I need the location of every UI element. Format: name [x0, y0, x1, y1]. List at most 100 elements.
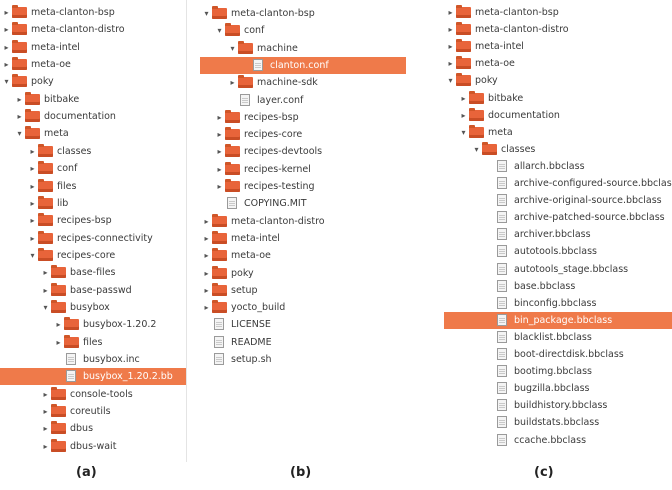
tree-row-dbus-wait[interactable]: ▸ dbus-wait	[0, 438, 186, 455]
tree-row-machine[interactable]: ▾ machine	[200, 40, 406, 57]
tree-row-readme[interactable]: README	[200, 334, 406, 351]
expand-arrow-icon[interactable]: ▾	[459, 124, 468, 141]
collapse-arrow-icon[interactable]: ▸	[2, 39, 11, 56]
tree-row-meta-clanton-distro[interactable]: ▸ meta-clanton-distro	[444, 21, 672, 38]
tree-row-archive-original-source-bbclass[interactable]: archive-original-source.bbclass	[444, 192, 672, 209]
expand-arrow-icon[interactable]: ▾	[2, 73, 11, 90]
tree-row-buildstats-bbclass[interactable]: buildstats.bbclass	[444, 414, 672, 431]
tree-row-bugzilla-bbclass[interactable]: bugzilla.bbclass	[444, 380, 672, 397]
tree-row-meta-oe[interactable]: ▸ meta-oe	[444, 55, 672, 72]
tree-row-coreutils[interactable]: ▸ coreutils	[0, 403, 186, 420]
tree-row-recipes-bsp[interactable]: ▸ recipes-bsp	[0, 212, 186, 229]
tree-row-busybox-1-20-2-bb[interactable]: busybox_1.20.2.bb	[0, 368, 186, 386]
tree-row-recipes-core[interactable]: ▾ recipes-core	[0, 247, 186, 264]
tree-row-binconfig-bbclass[interactable]: binconfig.bbclass	[444, 295, 672, 312]
tree-row-dbus[interactable]: ▸ dbus	[0, 420, 186, 437]
tree-row-files[interactable]: ▸ files	[0, 334, 186, 351]
collapse-arrow-icon[interactable]: ▸	[446, 21, 455, 38]
tree-row-poky[interactable]: ▾ poky	[444, 72, 672, 89]
collapse-arrow-icon[interactable]: ▸	[2, 4, 11, 21]
tree-row-archive-configured-source-bbclass[interactable]: archive-configured-source.bbclass	[444, 175, 672, 192]
collapse-arrow-icon[interactable]: ▸	[28, 212, 37, 229]
expand-arrow-icon[interactable]: ▾	[202, 5, 211, 22]
collapse-arrow-icon[interactable]: ▸	[15, 91, 24, 108]
tree-row-meta-intel[interactable]: ▸ meta-intel	[200, 230, 406, 247]
expand-arrow-icon[interactable]: ▾	[228, 40, 237, 57]
tree-row-copying-mit[interactable]: COPYING.MIT	[200, 195, 406, 212]
collapse-arrow-icon[interactable]: ▸	[202, 282, 211, 299]
tree-row-meta-oe[interactable]: ▸ meta-oe	[200, 247, 406, 264]
tree-row-recipes-devtools[interactable]: ▸ recipes-devtools	[200, 143, 406, 160]
expand-arrow-icon[interactable]: ▾	[28, 247, 37, 264]
tree-row-machine-sdk[interactable]: ▸ machine-sdk	[200, 74, 406, 91]
tree-row-meta-clanton-distro[interactable]: ▸ meta-clanton-distro	[0, 21, 186, 38]
tree-row-busybox[interactable]: ▾ busybox	[0, 299, 186, 316]
tree-row-poky[interactable]: ▸ poky	[200, 265, 406, 282]
expand-arrow-icon[interactable]: ▾	[472, 141, 481, 158]
collapse-arrow-icon[interactable]: ▸	[28, 230, 37, 247]
tree-row-autotools-bbclass[interactable]: autotools.bbclass	[444, 243, 672, 260]
tree-row-console-tools[interactable]: ▸ console-tools	[0, 386, 186, 403]
collapse-arrow-icon[interactable]: ▸	[459, 107, 468, 124]
collapse-arrow-icon[interactable]: ▸	[28, 178, 37, 195]
tree-row-boot-directdisk-bbclass[interactable]: boot-directdisk.bbclass	[444, 346, 672, 363]
collapse-arrow-icon[interactable]: ▸	[202, 299, 211, 316]
tree-row-setup[interactable]: ▸ setup	[200, 282, 406, 299]
tree-row-recipes-connectivity[interactable]: ▸ recipes-connectivity	[0, 230, 186, 247]
collapse-arrow-icon[interactable]: ▸	[54, 334, 63, 351]
tree-row-recipes-testing[interactable]: ▸ recipes-testing	[200, 178, 406, 195]
expand-arrow-icon[interactable]: ▾	[446, 72, 455, 89]
tree-row-documentation[interactable]: ▸ documentation	[0, 108, 186, 125]
tree-row-setup-sh[interactable]: setup.sh	[200, 351, 406, 368]
collapse-arrow-icon[interactable]: ▸	[446, 38, 455, 55]
tree-row-base-files[interactable]: ▸ base-files	[0, 264, 186, 281]
collapse-arrow-icon[interactable]: ▸	[215, 178, 224, 195]
tree-row-conf[interactable]: ▸ conf	[0, 160, 186, 177]
tree-row-clanton-conf[interactable]: clanton.conf	[200, 56, 406, 74]
tree-row-meta-clanton-distro[interactable]: ▸ meta-clanton-distro	[200, 213, 406, 230]
tree-row-classes[interactable]: ▸ classes	[0, 143, 186, 160]
tree-row-archive-patched-source-bbclass[interactable]: archive-patched-source.bbclass	[444, 209, 672, 226]
collapse-arrow-icon[interactable]: ▸	[41, 420, 50, 437]
tree-row-files[interactable]: ▸ files	[0, 178, 186, 195]
collapse-arrow-icon[interactable]: ▸	[446, 55, 455, 72]
tree-row-lib[interactable]: ▸ lib	[0, 195, 186, 212]
tree-row-ccache-bbclass[interactable]: ccache.bbclass	[444, 432, 672, 449]
tree-row-buildhistory-bbclass[interactable]: buildhistory.bbclass	[444, 397, 672, 414]
tree-row-base-passwd[interactable]: ▸ base-passwd	[0, 282, 186, 299]
expand-arrow-icon[interactable]: ▾	[15, 125, 24, 142]
expand-arrow-icon[interactable]: ▾	[41, 299, 50, 316]
collapse-arrow-icon[interactable]: ▸	[41, 282, 50, 299]
collapse-arrow-icon[interactable]: ▸	[28, 143, 37, 160]
collapse-arrow-icon[interactable]: ▸	[28, 195, 37, 212]
tree-row-meta-intel[interactable]: ▸ meta-intel	[0, 39, 186, 56]
tree-row-classes[interactable]: ▾ classes	[444, 141, 672, 158]
collapse-arrow-icon[interactable]: ▸	[41, 386, 50, 403]
tree-row-documentation[interactable]: ▸ documentation	[444, 107, 672, 124]
collapse-arrow-icon[interactable]: ▸	[215, 109, 224, 126]
tree-row-recipes-bsp[interactable]: ▸ recipes-bsp	[200, 109, 406, 126]
tree-row-meta-oe[interactable]: ▸ meta-oe	[0, 56, 186, 73]
tree-row-bootimg-bbclass[interactable]: bootimg.bbclass	[444, 363, 672, 380]
tree-row-bitbake[interactable]: ▸ bitbake	[444, 90, 672, 107]
collapse-arrow-icon[interactable]: ▸	[215, 143, 224, 160]
tree-row-autotools-stage-bbclass[interactable]: autotools_stage.bbclass	[444, 261, 672, 278]
collapse-arrow-icon[interactable]: ▸	[202, 265, 211, 282]
tree-row-meta-clanton-bsp[interactable]: ▸ meta-clanton-bsp	[444, 4, 672, 21]
tree-row-base-bbclass[interactable]: base.bbclass	[444, 278, 672, 295]
collapse-arrow-icon[interactable]: ▸	[2, 21, 11, 38]
tree-row-yocto-build[interactable]: ▸ yocto_build	[200, 299, 406, 316]
collapse-arrow-icon[interactable]: ▸	[446, 4, 455, 21]
expand-arrow-icon[interactable]: ▾	[215, 22, 224, 39]
collapse-arrow-icon[interactable]: ▸	[202, 230, 211, 247]
collapse-arrow-icon[interactable]: ▸	[15, 108, 24, 125]
tree-row-meta-intel[interactable]: ▸ meta-intel	[444, 38, 672, 55]
tree-row-busybox-inc[interactable]: busybox.inc	[0, 351, 186, 368]
tree-row-meta-clanton-bsp[interactable]: ▾ meta-clanton-bsp	[200, 5, 406, 22]
collapse-arrow-icon[interactable]: ▸	[228, 74, 237, 91]
tree-row-allarch-bbclass[interactable]: allarch.bbclass	[444, 158, 672, 175]
tree-row-license[interactable]: LICENSE	[200, 316, 406, 333]
collapse-arrow-icon[interactable]: ▸	[215, 161, 224, 178]
tree-row-meta[interactable]: ▾ meta	[444, 124, 672, 141]
tree-row-recipes-core[interactable]: ▸ recipes-core	[200, 126, 406, 143]
